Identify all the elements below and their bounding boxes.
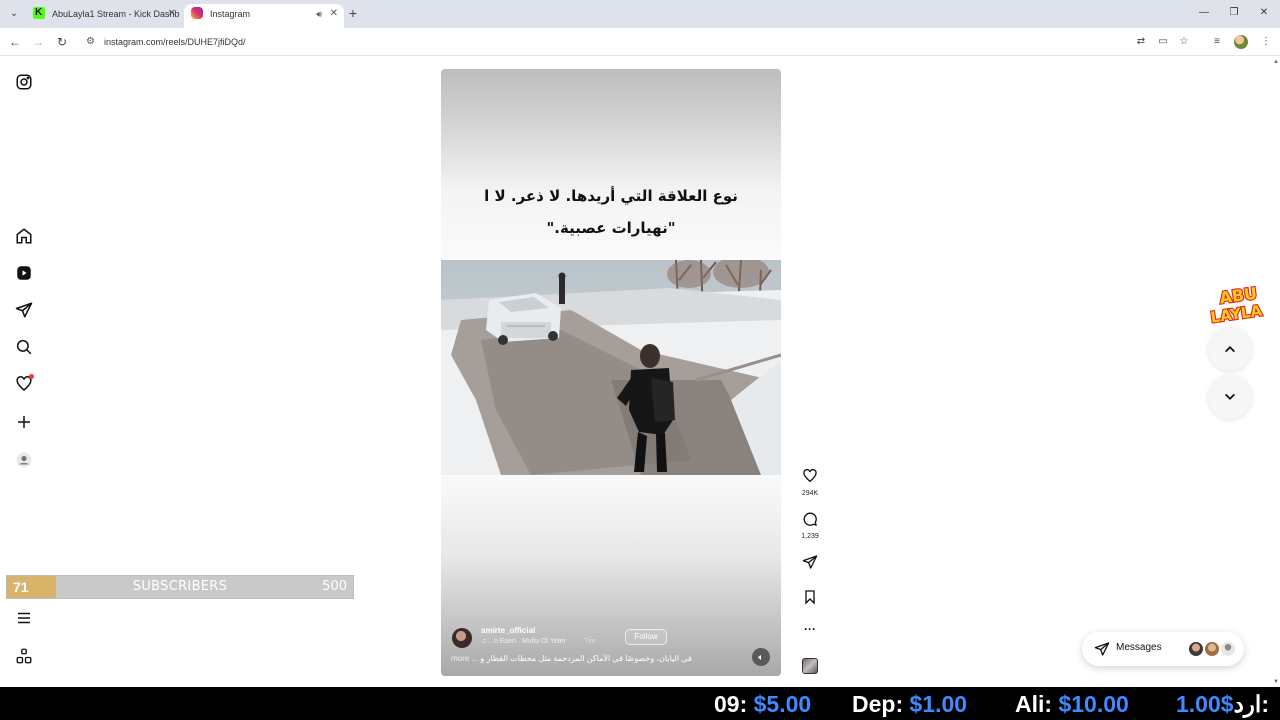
- donor-name: ارد:: [1233, 691, 1269, 717]
- next-reel-button[interactable]: [1208, 375, 1252, 419]
- forward-icon[interactable]: →: [29, 33, 47, 51]
- subscriber-goal-bar: 71 SUBSCRIBERS 500: [6, 575, 354, 599]
- create-plus-icon[interactable]: [14, 412, 34, 432]
- address-bar: ← → ↻ ⚙ instagram.com/reels/DUHE7jfiDQd/…: [0, 28, 1280, 56]
- page-scrollbar[interactable]: ▲ ▼: [1272, 57, 1280, 687]
- message-avatar: [1220, 641, 1236, 657]
- message-avatar: [1188, 641, 1204, 657]
- svg-text:LAYLA: LAYLA: [1209, 301, 1263, 324]
- new-tab-button[interactable]: +: [346, 4, 360, 24]
- like-count: 294K: [801, 490, 819, 497]
- kick-favicon-icon: [33, 4, 45, 23]
- instagram-favicon-icon: [191, 7, 203, 19]
- donor-name: Dep:: [852, 691, 904, 717]
- chevron-up-icon: [1225, 346, 1235, 353]
- more-options-icon[interactable]: ···: [800, 622, 820, 636]
- media-controls-icon[interactable]: ≡: [1209, 34, 1225, 50]
- tab-close-icon[interactable]: ✕: [168, 4, 176, 24]
- donation-amount: $10.00: [1058, 691, 1129, 717]
- subscriber-label: SUBSCRIBERS: [132, 579, 228, 594]
- donation-amount: $1.00: [909, 691, 968, 717]
- instagram-logo-icon[interactable]: [14, 72, 34, 92]
- more-menu-icon[interactable]: [14, 608, 34, 628]
- heart-icon: [803, 468, 817, 483]
- audio-thumbnail[interactable]: [802, 658, 818, 674]
- message-avatar: [1204, 641, 1220, 657]
- description-text: في اليابان، وخصوصًا في الأماكن المزدحمة …: [471, 654, 692, 663]
- scroll-down-arrow[interactable]: ▼: [1272, 679, 1280, 685]
- reel-username[interactable]: amirte_official: [481, 626, 535, 635]
- tab-title: AbuLayla1 Stream - Kick Dashb: [52, 9, 180, 19]
- volume-icon[interactable]: 🔈︎: [752, 648, 770, 666]
- tab-strip: ⌄ AbuLayla1 Stream - Kick Dashb ✕ Instag…: [0, 0, 1280, 28]
- tab-search-chevron-icon[interactable]: ⌄: [6, 6, 22, 22]
- scroll-up-arrow[interactable]: ▲: [1272, 59, 1280, 65]
- follow-button[interactable]: Follow: [625, 629, 667, 645]
- more-link[interactable]: more: [451, 654, 469, 663]
- reel-author-avatar[interactable]: [452, 628, 472, 648]
- notification-dot: [29, 374, 34, 379]
- audio-track-name: ...n Esen · Mutlu Ol Yeter: [488, 638, 567, 645]
- comment-count: 1,239: [801, 533, 819, 540]
- back-icon[interactable]: ←: [6, 33, 24, 51]
- profile-avatar[interactable]: [1234, 35, 1248, 49]
- abu-layla-logo: ABU LAYLA: [1208, 284, 1264, 324]
- home-icon[interactable]: [14, 226, 34, 246]
- donation-amount: $5.00: [753, 691, 812, 717]
- share-icon: [802, 555, 818, 569]
- ticker-item: Dep: $1.00: [852, 690, 967, 718]
- save-button[interactable]: [800, 589, 820, 610]
- messages-icon: [1094, 642, 1110, 656]
- reel-caption-line-1: نوع العلاقة التي أريدها. لا ذعر. لا ا: [484, 187, 738, 205]
- bookmark-icon: [805, 590, 815, 605]
- comment-icon: [803, 512, 817, 526]
- share-button[interactable]: [800, 554, 820, 575]
- also-from-meta-icon[interactable]: [14, 646, 34, 666]
- ticker-item: 09: $5.00: [714, 690, 811, 718]
- ticker-item: Ali: $10.00: [1015, 690, 1129, 718]
- menu-kebab-icon[interactable]: ⋮: [1258, 34, 1274, 50]
- restore-icon[interactable]: ❐: [1224, 4, 1244, 22]
- tab-kick-dashboard[interactable]: AbuLayla1 Stream - Kick Dashb ✕: [26, 4, 182, 28]
- direct-messages-icon[interactable]: [14, 300, 34, 320]
- reel-caption-line-2: "نهيارات عصبية.": [546, 219, 676, 237]
- notifications-heart-icon[interactable]: [14, 374, 34, 394]
- translate-icon[interactable]: ⇄: [1133, 34, 1149, 50]
- chevron-down-icon: [1225, 393, 1235, 400]
- close-window-icon[interactable]: ✕: [1254, 4, 1274, 22]
- ticker-item: 1.00$ارد:: [1176, 690, 1269, 718]
- donation-ticker: 09: $5.00 Dep: $1.00 Ali: $10.00 1.00$ار…: [0, 687, 1280, 720]
- tab-close-icon[interactable]: ✕: [330, 4, 338, 24]
- donor-name: Ali:: [1015, 691, 1053, 717]
- donation-amount: 1.00$: [1176, 691, 1234, 717]
- tab-instagram[interactable]: Instagram 🔊︎ ✕: [184, 4, 344, 28]
- snowy-driveway-image: [441, 260, 781, 475]
- like-button[interactable]: 294K: [800, 468, 820, 497]
- reel-description[interactable]: more في اليابان، وخصوصًا في الأماكن المز…: [451, 654, 741, 663]
- messages-button[interactable]: Messages: [1082, 632, 1244, 666]
- install-app-icon[interactable]: ▭: [1155, 34, 1171, 50]
- tab-audio-icon[interactable]: 🔊︎: [316, 4, 322, 24]
- donor-name: 09:: [714, 691, 748, 717]
- messages-label: Messages: [1116, 642, 1162, 653]
- url-field[interactable]: instagram.com/reels/DUHE7jfiDQd/: [104, 35, 246, 49]
- reels-icon[interactable]: [14, 263, 34, 283]
- search-icon[interactable]: [14, 337, 34, 357]
- reel-audio-track[interactable]: ♫ ...n Esen · Mutlu Ol Yeter Tim: [481, 638, 595, 645]
- profile-icon[interactable]: [14, 450, 34, 470]
- tab-title: Instagram: [210, 9, 251, 19]
- reload-icon[interactable]: ↻: [53, 33, 71, 51]
- comment-button[interactable]: 1,239: [800, 511, 820, 540]
- reel-video[interactable]: نوع العلاقة التي أريدها. لا ذعر. لا ا "ن…: [441, 69, 781, 676]
- reel-video-scene: [441, 260, 781, 475]
- site-settings-icon[interactable]: ⚙: [86, 36, 98, 48]
- minimize-icon[interactable]: —: [1194, 4, 1214, 22]
- bookmark-star-icon[interactable]: ☆: [1176, 34, 1192, 50]
- subscriber-goal: 500: [322, 579, 347, 594]
- audio-track-secondary: Tim: [584, 638, 596, 645]
- previous-reel-button[interactable]: [1208, 327, 1252, 371]
